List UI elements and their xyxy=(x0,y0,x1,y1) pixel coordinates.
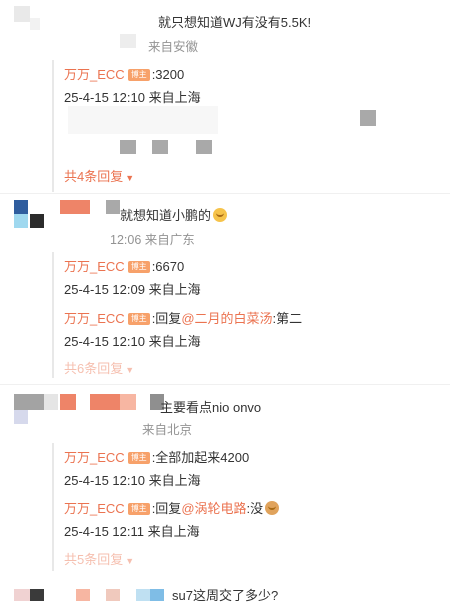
avatar-blurred[interactable] xyxy=(14,410,28,424)
reply-prefix: :回复 xyxy=(151,501,182,516)
divider xyxy=(0,384,450,385)
username-blurred[interactable] xyxy=(90,394,120,410)
blogger-badge: 博主 xyxy=(127,503,150,515)
redacted-reply xyxy=(196,140,212,154)
avatar-blurred[interactable] xyxy=(14,394,44,410)
reply-line: 万万_ECC 博主:全部加起来4200 xyxy=(64,447,249,466)
mention-link[interactable]: @涡轮电路 xyxy=(181,501,246,516)
reply-block: 万万_ECC 博主:全部加起来4200 25-4-15 12:10 来自上海 万万… xyxy=(52,443,444,571)
blogger-badge: 博主 xyxy=(127,261,150,273)
comment-meta: 来自北京 xyxy=(142,423,193,437)
reply-line: 万万_ECC 博主:3200 xyxy=(64,64,184,83)
avatar-blurred[interactable] xyxy=(44,394,58,410)
reply-meta: 25-4-15 12:10 来自上海 xyxy=(64,90,201,105)
reply-line: 万万_ECC 博主:6670 xyxy=(64,256,184,275)
comment-text: 就只想知道WJ有没有5.5K! xyxy=(158,15,312,30)
redacted-reply xyxy=(120,140,136,154)
chevron-down-icon: ▼ xyxy=(125,556,135,566)
divider xyxy=(0,193,450,194)
username-blurred[interactable] xyxy=(60,200,90,214)
reply-line: 万万_ECC 博主:回复@涡轮电路:没 xyxy=(64,498,280,517)
username-blurred[interactable] xyxy=(120,394,136,410)
redacted-reply xyxy=(68,106,218,134)
reply-meta: 25-4-15 12:11 来自上海 xyxy=(64,524,200,539)
reply-author-link[interactable]: 万万_ECC xyxy=(64,311,125,326)
reply-meta: 25-4-15 12:10 来自上海 xyxy=(64,334,201,349)
reply-suffix: :第二 xyxy=(272,311,303,326)
reply-meta: 25-4-15 12:09 来自上海 xyxy=(64,282,201,297)
blogger-badge: 博主 xyxy=(127,69,150,81)
avatar-blurred[interactable] xyxy=(14,214,28,228)
mention-link[interactable]: @二月的白菜汤 xyxy=(181,311,272,326)
username-blurred[interactable] xyxy=(136,589,150,601)
comment-meta: 来自安徽 xyxy=(148,40,199,54)
redacted-reply xyxy=(152,140,168,154)
comment-text: su7这周交了多少? xyxy=(172,588,279,603)
username-blurred[interactable] xyxy=(106,200,120,214)
reply-suffix: :没 xyxy=(246,501,264,516)
username-blurred[interactable] xyxy=(60,394,76,410)
username-blurred[interactable] xyxy=(120,34,136,48)
avatar-blurred[interactable] xyxy=(30,589,44,601)
username-blurred[interactable] xyxy=(76,589,90,601)
reply-meta: 25-4-15 12:10 来自上海 xyxy=(64,473,201,488)
more-replies-link[interactable]: 共5条回复 ▼ xyxy=(64,549,134,568)
avatar-blurred[interactable] xyxy=(14,589,30,601)
emoji-icon xyxy=(213,208,228,222)
reply-author-link[interactable]: 万万_ECC xyxy=(64,67,125,82)
avatar-blurred[interactable] xyxy=(30,214,44,228)
reply-block: 万万_ECC 博主:3200 25-4-15 12:10 来自上海 共4条回复 ▼ xyxy=(52,60,444,192)
reply-block: 万万_ECC 博主:6670 25-4-15 12:09 来自上海 万万_ECC 博… xyxy=(52,252,444,378)
more-replies-link[interactable]: 共6条回复 ▼ xyxy=(64,358,134,377)
blogger-badge: 博主 xyxy=(127,452,150,464)
reply-text: :6670 xyxy=(151,259,185,274)
more-replies-link[interactable]: 共4条回复 ▼ xyxy=(64,166,134,185)
reply-author-link[interactable]: 万万_ECC xyxy=(64,501,125,516)
reply-author-link[interactable]: 万万_ECC xyxy=(64,259,125,274)
reply-text: :全部加起来4200 xyxy=(151,450,250,465)
avatar-blurred[interactable] xyxy=(14,6,30,22)
username-blurred[interactable] xyxy=(106,589,120,601)
emoji-icon xyxy=(265,501,280,515)
comment-text: 就想知道小鹏的 xyxy=(120,205,228,224)
reply-prefix: :回复 xyxy=(151,311,182,326)
redacted-block xyxy=(360,110,376,126)
reply-author-link[interactable]: 万万_ECC xyxy=(64,450,125,465)
chevron-down-icon: ▼ xyxy=(125,173,135,183)
reply-line: 万万_ECC 博主:回复@二月的白菜汤:第二 xyxy=(64,308,302,327)
avatar-blurred[interactable] xyxy=(14,200,28,214)
comment-text: 主要看点nio onvo xyxy=(160,400,262,415)
username-blurred[interactable] xyxy=(150,589,164,601)
avatar-blurred[interactable] xyxy=(30,18,40,30)
reply-text: :3200 xyxy=(151,67,185,82)
chevron-down-icon: ▼ xyxy=(125,365,135,375)
blogger-badge: 博主 xyxy=(127,313,150,325)
comment-meta: 12:06 来自广东 xyxy=(110,233,195,247)
